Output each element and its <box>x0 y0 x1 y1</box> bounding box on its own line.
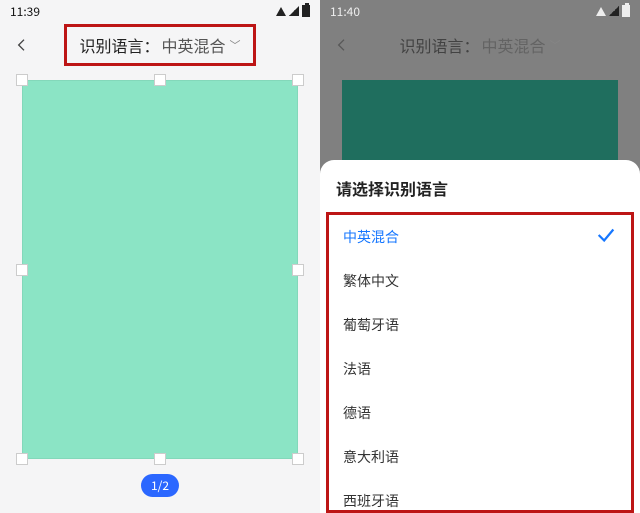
back-button[interactable] <box>8 31 36 59</box>
option-label: 西班牙语 <box>343 491 399 511</box>
language-option[interactable]: 葡萄牙语 <box>329 303 631 347</box>
option-label: 意大利语 <box>343 447 399 467</box>
language-value: 中英混合 <box>482 33 546 57</box>
signal-icon <box>609 6 619 16</box>
crop-handle-tm[interactable] <box>155 75 165 85</box>
crop-handle-mr[interactable] <box>293 265 303 275</box>
chevron-down-icon: ﹀ <box>230 37 241 53</box>
option-label: 法语 <box>343 359 371 379</box>
signal-icon <box>289 6 299 16</box>
sheet-title: 请选择识别语言 <box>320 160 640 212</box>
crop-handle-ml[interactable] <box>17 265 27 275</box>
language-option[interactable]: 德语 <box>329 391 631 435</box>
clock: 11:40 <box>330 3 360 20</box>
language-option[interactable]: 法语 <box>329 347 631 391</box>
status-bar: 11:39 <box>0 0 320 22</box>
language-option[interactable]: 繁体中文 <box>329 259 631 303</box>
option-label: 德语 <box>343 403 371 423</box>
back-button[interactable] <box>328 31 356 59</box>
clock: 11:39 <box>10 3 40 20</box>
header: 识别语言： 中英混合 ﹀ <box>320 22 640 68</box>
language-sheet: 请选择识别语言 中英混合繁体中文葡萄牙语法语德语意大利语西班牙语 <box>320 160 640 513</box>
language-dropdown[interactable]: 识别语言： 中英混合 ﹀ <box>64 24 255 66</box>
status-icons <box>276 5 310 17</box>
language-value: 中英混合 <box>162 33 226 57</box>
wifi-icon <box>276 7 286 16</box>
crop-handle-bl[interactable] <box>17 454 27 464</box>
language-label: 识别语言： <box>79 33 159 57</box>
phone-left: 11:39 识别语言： 中英混合 ﹀ <box>0 0 320 513</box>
chevron-down-icon: ﹀ <box>550 37 561 53</box>
language-option[interactable]: 中英混合 <box>329 215 631 259</box>
options-list: 中英混合繁体中文葡萄牙语法语德语意大利语西班牙语 <box>326 212 634 513</box>
language-label: 识别语言： <box>399 33 479 57</box>
check-icon <box>595 224 617 251</box>
crop-handle-tl[interactable] <box>17 75 27 85</box>
status-icons <box>596 5 630 17</box>
header: 识别语言： 中英混合 ﹀ <box>0 22 320 68</box>
wifi-icon <box>596 7 606 16</box>
option-label: 繁体中文 <box>343 271 399 291</box>
crop-handle-bm[interactable] <box>155 454 165 464</box>
option-label: 葡萄牙语 <box>343 315 399 335</box>
battery-icon <box>622 5 630 17</box>
language-dropdown[interactable]: 识别语言： 中英混合 ﹀ <box>384 24 575 66</box>
language-option[interactable]: 西班牙语 <box>329 479 631 513</box>
phone-right: 11:40 识别语言： 中英混合 ﹀ 请选择识 <box>320 0 640 513</box>
crop-handle-tr[interactable] <box>293 75 303 85</box>
language-option[interactable]: 意大利语 <box>329 435 631 479</box>
battery-icon <box>302 5 310 17</box>
page-counter[interactable]: 1/2 <box>141 474 179 497</box>
status-bar: 11:40 <box>320 0 640 22</box>
option-label: 中英混合 <box>343 227 399 247</box>
crop-area[interactable] <box>22 80 298 459</box>
crop-handle-br[interactable] <box>293 454 303 464</box>
